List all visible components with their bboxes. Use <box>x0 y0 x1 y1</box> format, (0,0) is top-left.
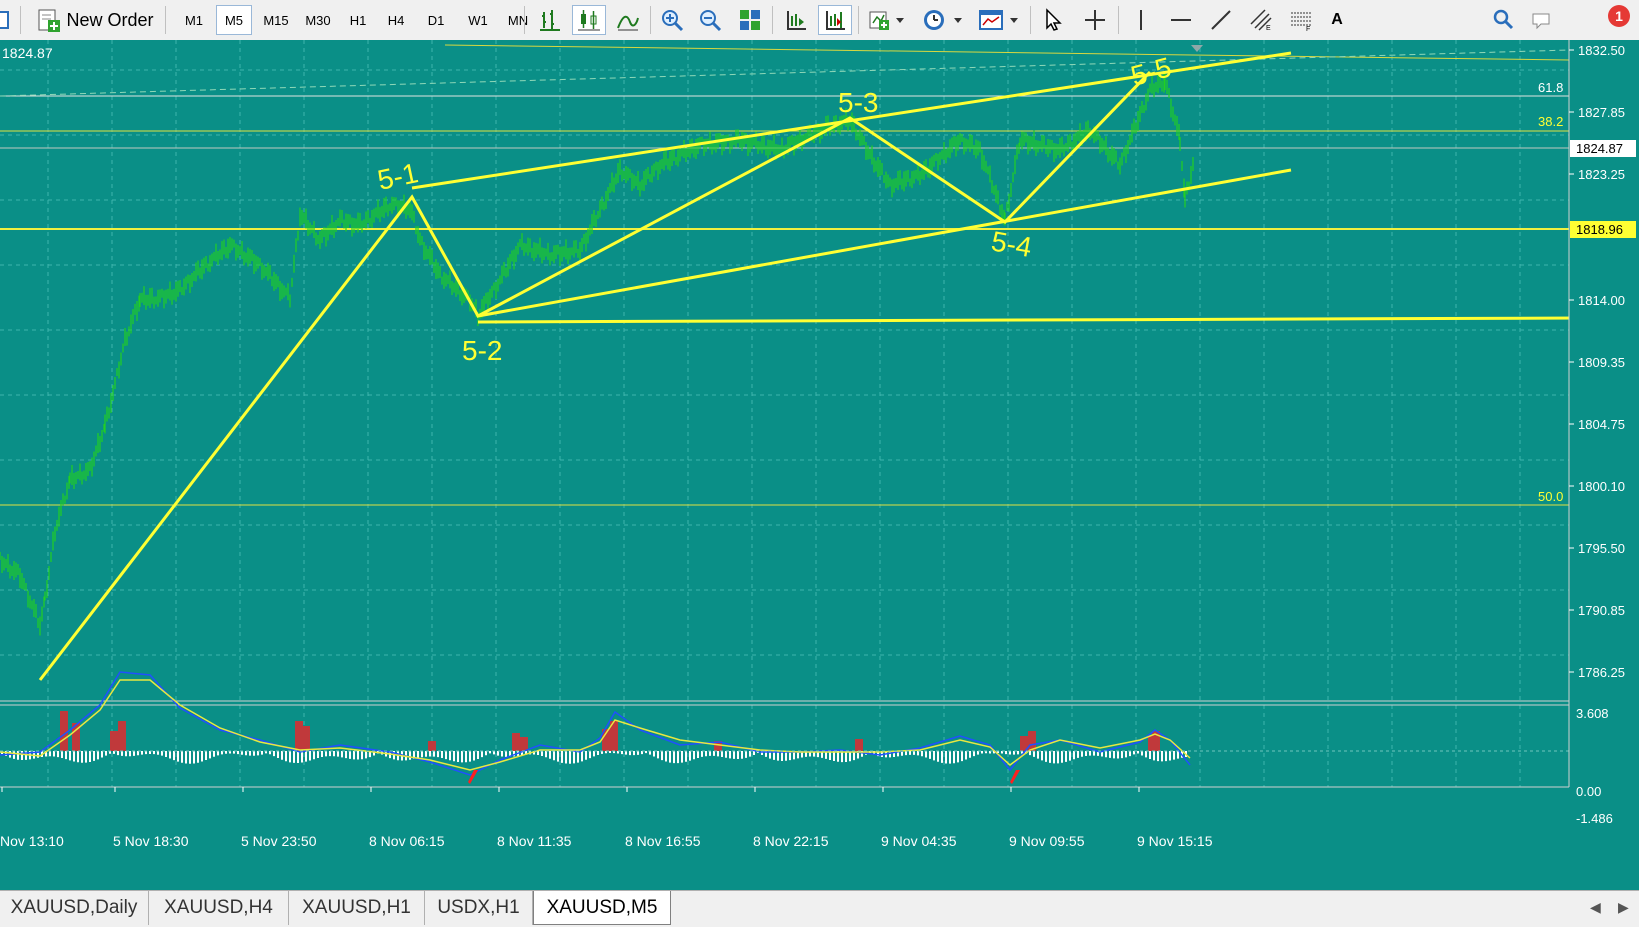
price-tick-label: 1800.10 <box>1578 479 1625 494</box>
top-trendline[interactable] <box>444 44 1570 61</box>
zoom-out-icon[interactable] <box>694 5 726 35</box>
bar-chart-icon[interactable] <box>534 5 566 35</box>
equidistant-channel-icon[interactable]: E <box>1244 5 1278 35</box>
time-tick-label: 9 Nov 04:35 <box>881 833 957 849</box>
chart-shift-icon[interactable] <box>818 5 852 35</box>
wave-label-5-1[interactable]: 5-1 <box>375 157 421 196</box>
notifications-icon[interactable] <box>1524 5 1560 35</box>
current-price-label: 1824.87 <box>1576 141 1623 156</box>
fibonacci-icon[interactable]: F <box>1284 5 1318 35</box>
tab-scroll-left-icon[interactable]: ◀ <box>1590 899 1601 916</box>
vertical-line-icon[interactable] <box>1124 5 1158 35</box>
autoscroll-icon[interactable] <box>780 5 812 35</box>
periods-clock-icon[interactable] <box>918 5 968 35</box>
svg-text:E: E <box>1266 25 1271 32</box>
svg-text:F: F <box>1306 26 1310 32</box>
search-icon[interactable] <box>1488 5 1518 35</box>
price-tick-label: 1832.50 <box>1578 43 1625 58</box>
top-left-price: 1824.87 <box>2 45 53 61</box>
time-tick-label: 8 Nov 11:35 <box>497 833 572 849</box>
indicator-axis-zero: 0.00 <box>1576 784 1601 799</box>
tile-windows-icon[interactable] <box>734 5 766 35</box>
notification-badge: 1 <box>1608 5 1630 27</box>
timeframe-m1-button[interactable]: M1 <box>176 5 212 35</box>
new-order-icon <box>38 9 61 32</box>
templates-icon[interactable] <box>974 5 1024 35</box>
price-candles <box>0 72 1194 636</box>
time-tick-label: 9 Nov 15:15 <box>1137 833 1213 849</box>
chart-window[interactable]: 61.8 38.2 50.0 1824.87 5-1 5-2 5-3 5-4 5… <box>0 40 1639 890</box>
level-price-label: 1818.96 <box>1576 222 1623 237</box>
wave-label-5-4[interactable]: 5-4 <box>989 225 1034 263</box>
crosshair-icon[interactable] <box>1078 5 1112 35</box>
wave-label-5-3[interactable]: 5-3 <box>838 87 878 118</box>
timeframe-h4-button[interactable]: H4 <box>378 5 414 35</box>
trendline-icon[interactable] <box>1204 5 1238 35</box>
dashed-trendline[interactable] <box>0 49 1570 97</box>
new-order-label: New Order <box>66 9 154 30</box>
fib-label-50: 50.0 <box>1538 489 1563 504</box>
shift-marker[interactable] <box>1191 45 1203 52</box>
text-tool-button[interactable]: A <box>1322 5 1352 35</box>
time-tick-label: 5 Nov 18:30 <box>113 833 189 849</box>
timeframe-m5-button[interactable]: M5 <box>216 5 252 35</box>
fib-label-38-2: 38.2 <box>1538 114 1563 129</box>
zoom-in-icon[interactable] <box>656 5 688 35</box>
chart-tab[interactable]: XAUUSD,H4 <box>149 891 289 925</box>
indicator-axis-min: -1.486 <box>1576 811 1613 826</box>
price-tick-label: 1804.75 <box>1578 417 1625 432</box>
timeframe-m30-button[interactable]: M30 <box>298 5 338 35</box>
chart-tabs: XAUUSD,Daily XAUUSD,H4 XAUUSD,H1 USDX,H1 XAU… <box>0 890 1639 927</box>
candlestick-icon[interactable] <box>572 5 606 35</box>
time-tick-label: 8 Nov 06:15 <box>369 833 445 849</box>
timeframe-h1-button[interactable]: H1 <box>340 5 376 35</box>
time-tick-label: 8 Nov 16:55 <box>625 833 701 849</box>
time-tick-label: 9 Nov 09:55 <box>1009 833 1085 849</box>
timeframe-mn-button[interactable]: MN <box>500 5 536 35</box>
time-tick-label: Nov 13:10 <box>0 833 64 849</box>
time-tick-label: 8 Nov 22:15 <box>753 833 829 849</box>
horizontal-line-icon[interactable] <box>1164 5 1198 35</box>
line-chart-icon[interactable] <box>612 5 644 35</box>
chart-tab[interactable]: USDX,H1 <box>425 891 533 925</box>
price-tick-label: 1809.35 <box>1578 355 1625 370</box>
horizontal-ray[interactable] <box>477 316 1581 324</box>
toolbar: New Order M1 M5 M15 M30 H1 H4 D1 W1 MN E F A 1 <box>0 0 1639 41</box>
chart-tab[interactable]: XAUUSD,H1 <box>289 891 425 925</box>
price-tick-label: 1823.25 <box>1578 167 1625 182</box>
price-tick-label: 1814.00 <box>1578 293 1625 308</box>
tab-scroll-right-icon[interactable]: ▶ <box>1618 899 1629 916</box>
cursor-icon[interactable] <box>1036 5 1070 35</box>
signal-arrow <box>1010 770 1020 784</box>
timeframe-w1-button[interactable]: W1 <box>460 5 496 35</box>
time-tick-label: 5 Nov 23:50 <box>241 833 317 849</box>
chart-tab[interactable]: XAUUSD,M5 <box>533 891 671 925</box>
timeframe-m15-button[interactable]: M15 <box>256 5 296 35</box>
signal-arrow <box>468 770 478 784</box>
indicator-axis-max: 3.608 <box>1576 706 1609 721</box>
wave-label-5-2[interactable]: 5-2 <box>462 335 502 366</box>
timeframe-d1-button[interactable]: D1 <box>418 5 454 35</box>
indicators-icon[interactable] <box>864 5 912 35</box>
chart-tab[interactable]: XAUUSD,Daily <box>0 891 149 925</box>
lower-channel-line[interactable] <box>477 168 1292 318</box>
price-tick-label: 1790.85 <box>1578 603 1625 618</box>
price-tick-label: 1827.85 <box>1578 105 1625 120</box>
price-tick-label: 1795.50 <box>1578 541 1625 556</box>
time-axis: Nov 13:10 5 Nov 18:30 5 Nov 23:50 8 Nov 06:… <box>0 787 1213 849</box>
window-icon[interactable] <box>0 5 10 35</box>
fib-label-61-8: 61.8 <box>1538 80 1563 95</box>
price-tick-label: 1786.25 <box>1578 665 1625 680</box>
new-order-button[interactable]: New Order <box>30 5 160 35</box>
macd-indicator <box>0 671 1569 776</box>
